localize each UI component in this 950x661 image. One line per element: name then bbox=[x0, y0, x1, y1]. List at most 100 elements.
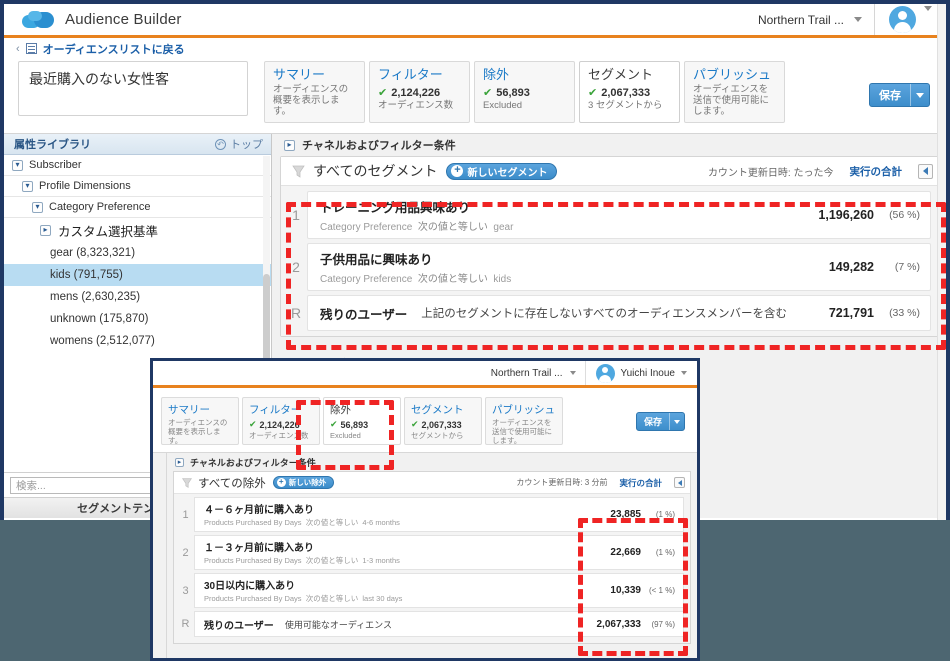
main-scrollbar[interactable] bbox=[937, 4, 946, 520]
total-link[interactable]: 実行の合計 bbox=[850, 164, 903, 179]
exclusion-texts: １－３ヶ月前に購入あり Products Purchased By Days 次… bbox=[204, 539, 610, 566]
exclusion-percent: (97 %) bbox=[651, 619, 675, 629]
tab-summary[interactable]: サマリー オーディエンスの概要を表示します。 bbox=[264, 61, 365, 123]
chevron-right-icon[interactable]: ▸ bbox=[40, 224, 51, 236]
chevron-down-icon[interactable]: ▾ bbox=[32, 201, 43, 213]
overlay-user-menu[interactable]: Yuichi Inoue bbox=[586, 363, 698, 383]
tree-node-category-preference[interactable]: ▾ Category Preference bbox=[4, 197, 271, 218]
library-top-link[interactable]: ↶ トップ bbox=[215, 136, 263, 152]
collapse-panel-button[interactable] bbox=[918, 163, 933, 179]
overlay-tab-exclusion-count-sub: Excluded bbox=[330, 431, 361, 440]
user-menu[interactable] bbox=[875, 6, 924, 33]
chevron-right-icon[interactable]: ▸ bbox=[175, 457, 184, 467]
tree-node-custom-criteria-label: カスタム選択基準 bbox=[58, 224, 159, 239]
chevron-down-icon bbox=[681, 371, 687, 375]
app-title: Audience Builder bbox=[65, 11, 182, 28]
tab-card-group: サマリー オーディエンスの概要を表示します。 フィルター ✔ 2,124,226… bbox=[264, 61, 785, 123]
new-exclusion-button[interactable]: + 新しい除外 bbox=[272, 476, 335, 489]
tree-node-profile-dimensions[interactable]: ▾ Profile Dimensions bbox=[4, 176, 271, 197]
tab-exclusion-count-sub: Excluded bbox=[483, 100, 523, 111]
segment-rule-operator: 次の値と等しい bbox=[417, 222, 488, 233]
tree-node-profile-dimensions-label: Profile Dimensions bbox=[39, 180, 131, 192]
overlay-total-link[interactable]: 実行の合計 bbox=[619, 477, 662, 489]
attribute-value-womens: womens (2,512,077) bbox=[50, 335, 155, 347]
exclusion-rule-operator: 次の値と等しい bbox=[305, 518, 359, 527]
segment-card[interactable]: 子供用品に興味あり Category Preference 次の値と等しい ki… bbox=[307, 243, 931, 291]
overlay-tab-publish[interactable]: パブリッシュ オーディエンスを送信で使用可能にします。 bbox=[485, 397, 563, 445]
table-row[interactable]: 1 ４－６ヶ月前に購入あり Products Purchased By Days… bbox=[174, 497, 690, 532]
list-item[interactable]: kids (791,755) bbox=[4, 264, 271, 286]
overlay-tab-filter[interactable]: フィルター ✔ 2,124,226 オーディエンス数 bbox=[242, 397, 320, 445]
segment-remainder-description: 上記のセグメントに存在しないすべてのオーディエンスメンバーを含む bbox=[421, 308, 787, 320]
user-avatar-icon bbox=[889, 6, 916, 33]
overlay-save-dropdown[interactable] bbox=[670, 413, 684, 430]
new-segment-button[interactable]: + 新しいセグメント bbox=[446, 162, 558, 180]
segment-index: R bbox=[290, 305, 302, 321]
segment-percent: (7 %) bbox=[894, 261, 920, 273]
chevron-right-icon[interactable]: ▸ bbox=[284, 139, 295, 151]
overlay-save-button[interactable]: 保存 bbox=[635, 412, 685, 431]
save-dropdown-button[interactable] bbox=[911, 84, 929, 106]
exclusion-count: 23,885 bbox=[610, 509, 641, 520]
save-button[interactable]: 保存 bbox=[869, 83, 930, 107]
check-icon: ✔ bbox=[330, 419, 338, 429]
overlay-tab-publish-label: パブリッシュ bbox=[492, 404, 555, 416]
tab-publish[interactable]: パブリッシュ オーディエンスを送信で使用可能にします。 bbox=[684, 61, 785, 123]
breadcrumb-link[interactable]: オーディエンスリストに戻る bbox=[43, 41, 185, 57]
table-row[interactable]: 1 トレーニング用品興味あり Category Preference 次の値と等… bbox=[281, 191, 939, 239]
new-exclusion-label: 新しい除外 bbox=[288, 478, 327, 487]
app-header: Audience Builder Northern Trail ... bbox=[4, 4, 946, 38]
table-row[interactable]: 3 30日以内に購入あり Products Purchased By Days … bbox=[174, 573, 690, 608]
tab-exclusion-count: 56,893 bbox=[496, 86, 530, 99]
list-item[interactable]: womens (2,512,077) bbox=[4, 330, 271, 352]
tree-node-custom-criteria[interactable]: ▸ カスタム選択基準 bbox=[4, 218, 271, 242]
overlay-tab-summary[interactable]: サマリー オーディエンスの概要を表示します。 bbox=[161, 397, 239, 445]
overlay-channel-filter-conditions[interactable]: ▸ チャネルおよびフィルター条件 bbox=[167, 453, 697, 471]
overlay-tab-group: サマリー オーディエンスの概要を表示します。 フィルター ✔ 2,124,226 … bbox=[153, 388, 697, 452]
segment-count: 1,196,260 bbox=[818, 208, 874, 222]
overlay-org-selector[interactable]: Northern Trail ... bbox=[482, 361, 586, 385]
save-button-group: 保存 bbox=[869, 61, 936, 107]
exclusion-card[interactable]: １－３ヶ月前に購入あり Products Purchased By Days 次… bbox=[194, 535, 684, 570]
table-row[interactable]: R 残りのユーザー 上記のセグメントに存在しないすべてのオーディエンスメンバーを… bbox=[281, 295, 939, 331]
chevron-down-icon bbox=[854, 17, 862, 22]
chevron-left-icon bbox=[677, 479, 682, 486]
exclusion-rule: Products Purchased By Days 次の値と等しい 1-3 m… bbox=[204, 555, 610, 566]
tab-segment[interactable]: セグメント ✔ 2,067,333 3 セグメントから bbox=[579, 61, 680, 123]
chevron-down-icon[interactable]: ▾ bbox=[22, 180, 33, 192]
chevron-left-icon bbox=[923, 167, 928, 175]
list-item[interactable]: gear (8,323,321) bbox=[4, 242, 271, 264]
search-placeholder: 検索... bbox=[16, 480, 46, 492]
table-row[interactable]: 2 子供用品に興味あり Category Preference 次の値と等しい … bbox=[281, 243, 939, 291]
overlay-tab-segment[interactable]: セグメント ✔ 2,067,333 セグメントから bbox=[404, 397, 482, 445]
scrollbar-thumb[interactable] bbox=[263, 274, 270, 364]
table-row[interactable]: R 残りのユーザー 使用可能なオーディエンス 2,067,333 (97 %) bbox=[174, 611, 690, 637]
table-row[interactable]: 2 １－３ヶ月前に購入あり Products Purchased By Days… bbox=[174, 535, 690, 570]
segment-card-remainder[interactable]: 残りのユーザー 上記のセグメントに存在しないすべてのオーディエンスメンバーを含む… bbox=[307, 295, 931, 331]
exclusion-rule-operator: 次の値と等しい bbox=[305, 556, 359, 565]
overlay-tab-exclusion-label: 除外 bbox=[330, 404, 351, 416]
check-icon: ✔ bbox=[249, 419, 257, 429]
chevron-down-icon[interactable]: ▾ bbox=[12, 159, 23, 171]
tab-filter[interactable]: フィルター ✔ 2,124,226 オーディエンス数 bbox=[369, 61, 470, 123]
overlay-window: Northern Trail ... Yuichi Inoue サマリー オーデ… bbox=[150, 358, 700, 661]
tab-summary-sub: オーディエンスの概要を表示します。 bbox=[273, 84, 349, 117]
overlay-tab-exclusion[interactable]: 除外 ✔ 56,893 Excluded bbox=[323, 397, 401, 445]
exclusion-card[interactable]: 30日以内に購入あり Products Purchased By Days 次の… bbox=[194, 573, 684, 608]
list-item[interactable]: mens (2,630,235) bbox=[4, 286, 271, 308]
breadcrumb[interactable]: ‹ オーディエンスリストに戻る bbox=[4, 38, 946, 59]
segment-card[interactable]: トレーニング用品興味あり Category Preference 次の値と等しい… bbox=[307, 191, 931, 239]
exclusion-card-remainder[interactable]: 残りのユーザー 使用可能なオーディエンス 2,067,333 (97 %) bbox=[194, 611, 684, 637]
org-selector[interactable]: Northern Trail ... bbox=[748, 4, 875, 35]
tab-exclusion[interactable]: 除外 ✔ 56,893 Excluded bbox=[474, 61, 575, 123]
exclusion-index: 3 bbox=[182, 584, 189, 597]
list-item[interactable]: unknown (175,870) bbox=[4, 308, 271, 330]
exclusion-rule: Products Purchased By Days 次の値と等しい last … bbox=[204, 593, 610, 604]
channel-filter-conditions[interactable]: ▸ チャネルおよびフィルター条件 bbox=[272, 134, 946, 156]
audience-name-field[interactable]: 最近購入のない女性客 bbox=[18, 61, 248, 116]
tree-node-subscriber[interactable]: ▾ Subscriber bbox=[4, 155, 271, 176]
segment-rule: Category Preference 次の値と等しい gear bbox=[320, 218, 818, 233]
overlay-collapse-panel-button[interactable] bbox=[674, 477, 685, 488]
exclusion-card[interactable]: ４－６ヶ月前に購入あり Products Purchased By Days 次… bbox=[194, 497, 684, 532]
exclusion-texts: 30日以内に購入あり Products Purchased By Days 次の… bbox=[204, 577, 610, 604]
